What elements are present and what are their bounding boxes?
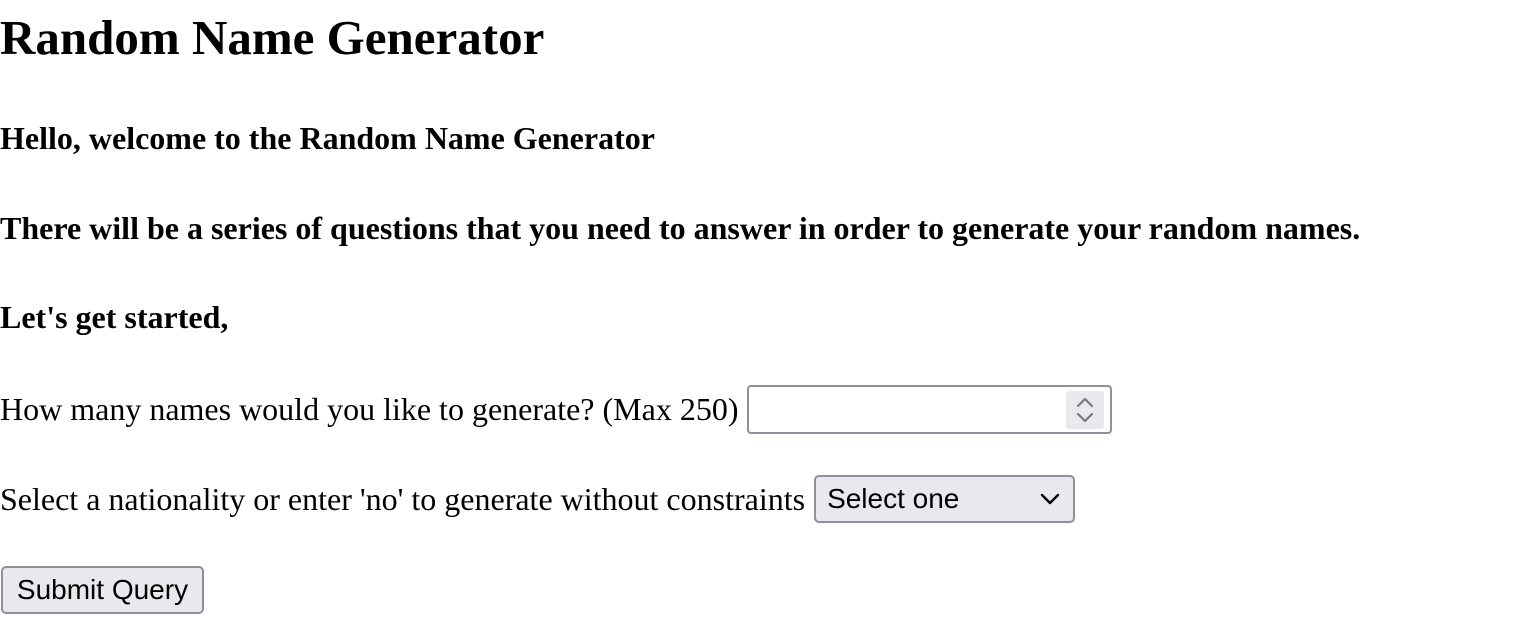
nationality-row: Select a nationality or enter 'no' to ge… (0, 475, 1076, 523)
name-count-row: How many names would you like to generat… (0, 384, 1113, 434)
page-title: Random Name Generator (0, 10, 545, 65)
nationality-selected-value: Select one (827, 483, 960, 514)
instructions-message: There will be a series of questions that… (0, 210, 1361, 246)
name-count-field[interactable] (747, 384, 1113, 434)
page: Random Name Generator Hello, welcome to … (0, 0, 1518, 630)
welcome-message: Hello, welcome to the Random Name Genera… (0, 120, 655, 156)
nationality-select[interactable]: Select one (814, 475, 1076, 523)
submit-query-button[interactable]: Submit Query (1, 566, 204, 614)
get-started-message: Let's get started, (0, 299, 229, 335)
nationality-label: Select a nationality or enter 'no' to ge… (0, 481, 806, 517)
up-down-spinner-icon[interactable] (1066, 390, 1105, 429)
name-count-input[interactable] (757, 392, 1058, 427)
chevron-down-icon (1040, 492, 1060, 511)
name-count-label: How many names would you like to generat… (0, 391, 739, 427)
